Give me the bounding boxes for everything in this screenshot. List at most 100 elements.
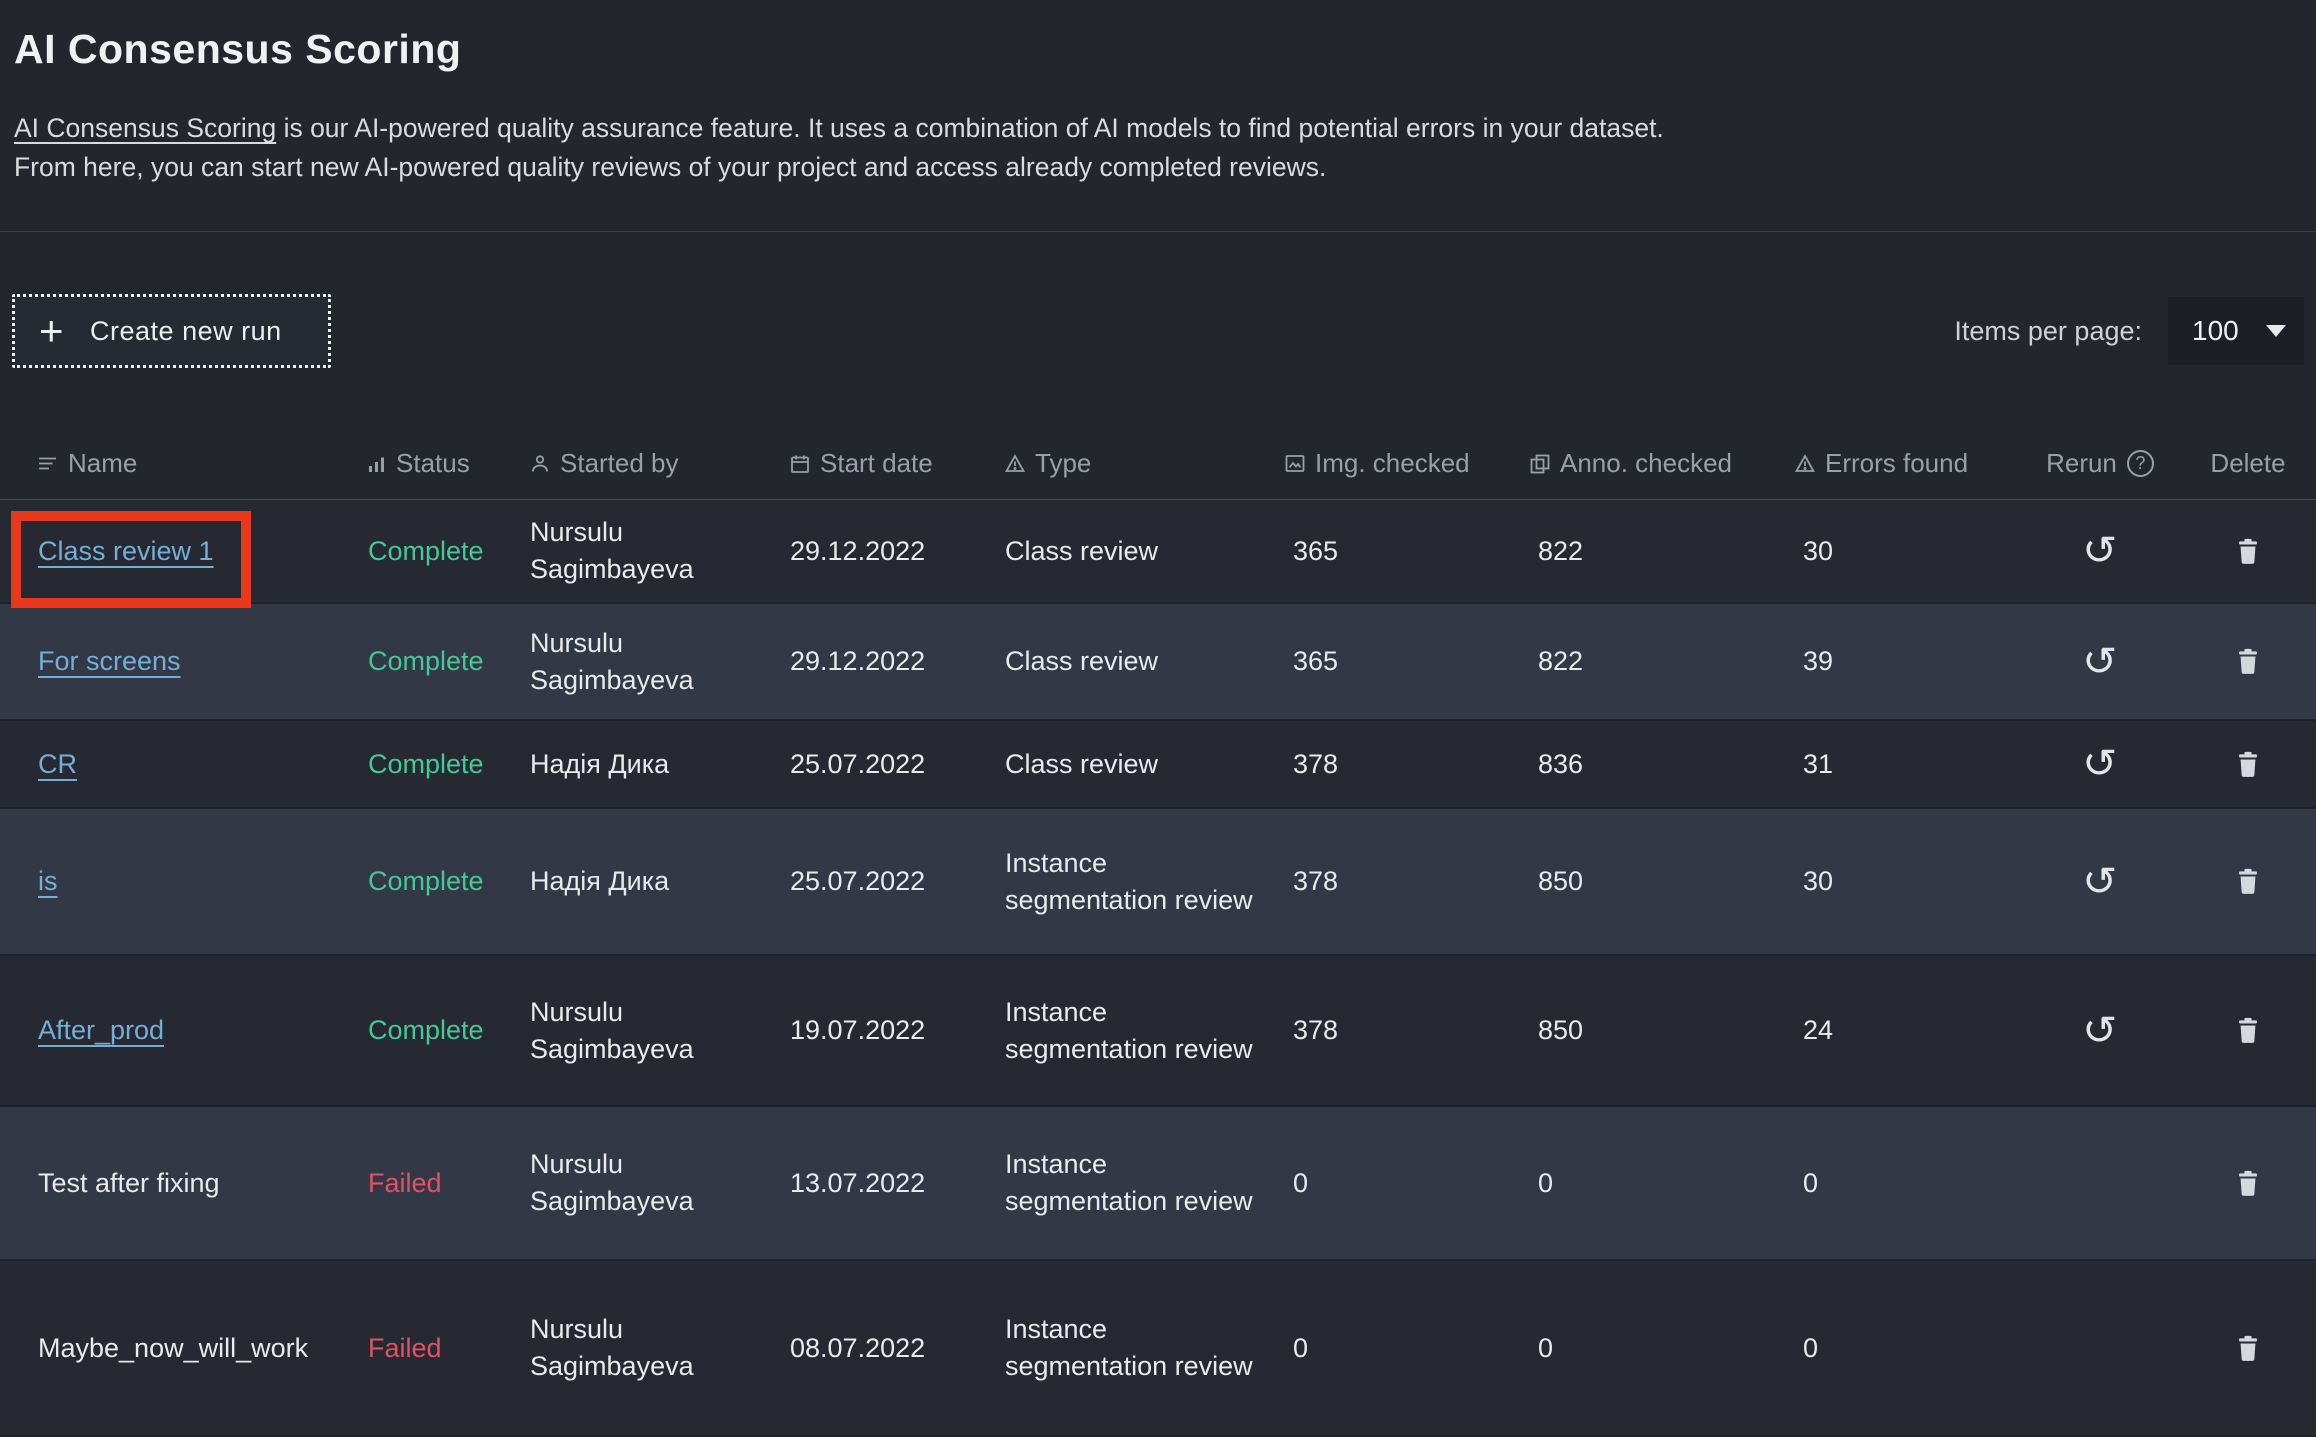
plus-icon: + — [39, 310, 64, 352]
run-name-cell: CR — [38, 746, 368, 783]
column-header-errors-found[interactable]: Errors found — [1795, 448, 2020, 479]
img-checked-cell: 378 — [1285, 746, 1530, 783]
person-icon — [530, 454, 550, 474]
column-header-anno-checked[interactable]: Anno. checked — [1530, 448, 1795, 479]
start-date-cell: 25.07.2022 — [790, 746, 1005, 783]
table-body: Class review 1 Complete Nursulu Sagimbay… — [0, 500, 2316, 1437]
started-by-cell: Nursulu Sagimbayeva — [530, 1146, 790, 1220]
column-header-type[interactable]: Type — [1005, 448, 1285, 479]
calendar-icon — [790, 454, 810, 474]
chevron-down-icon — [2266, 325, 2286, 337]
run-name-link[interactable]: is — [38, 866, 58, 896]
start-date-cell: 19.07.2022 — [790, 1012, 1005, 1049]
table-row: CR Complete Надія Дика 25.07.2022 Class … — [0, 721, 2316, 809]
anno-checked-cell: 0 — [1530, 1165, 1795, 1202]
errors-found-cell: 0 — [1795, 1330, 2020, 1367]
table-row: is Complete Надія Дика 25.07.2022 Instan… — [0, 809, 2316, 956]
table-header-row: Name Status Started by Start date Type I… — [0, 428, 2316, 500]
img-checked-cell: 0 — [1285, 1330, 1530, 1367]
trash-icon[interactable] — [2236, 1170, 2260, 1197]
column-header-delete: Delete — [2180, 448, 2316, 479]
run-name-link[interactable]: For screens — [38, 646, 181, 676]
errors-found-cell: 31 — [1795, 746, 2020, 783]
rerun-icon[interactable]: ↺ — [2082, 1011, 2117, 1051]
img-checked-cell: 378 — [1285, 1012, 1530, 1049]
create-new-run-button[interactable]: + Create new run — [12, 294, 331, 368]
started-by-cell: Nursulu Sagimbayeva — [530, 994, 790, 1068]
errors-found-cell: 30 — [1795, 533, 2020, 570]
column-header-start-date[interactable]: Start date — [790, 448, 1005, 479]
toolbar: + Create new run Items per page: 100 — [0, 294, 2316, 368]
description-line2: From here, you can start new AI-powered … — [14, 152, 1326, 182]
errors-found-cell: 30 — [1795, 863, 2020, 900]
trash-icon[interactable] — [2236, 648, 2260, 675]
img-checked-cell: 365 — [1285, 643, 1530, 680]
start-date-cell: 29.12.2022 — [790, 533, 1005, 570]
column-header-name[interactable]: Name — [38, 448, 368, 479]
anno-checked-cell: 822 — [1530, 533, 1795, 570]
trash-icon[interactable] — [2236, 751, 2260, 778]
run-name-text: Maybe_now_will_work — [38, 1333, 308, 1363]
column-header-rerun[interactable]: Rerun ? — [2020, 448, 2180, 479]
run-name-cell: For screens — [38, 643, 368, 680]
consensus-scoring-link[interactable]: AI Consensus Scoring — [14, 113, 276, 143]
status-badge: Failed — [368, 1330, 530, 1367]
started-by-cell: Nursulu Sagimbayeva — [530, 1311, 790, 1385]
errors-found-cell: 39 — [1795, 643, 2020, 680]
status-badge: Complete — [368, 746, 530, 783]
page-header: AI Consensus Scoring AI Consensus Scorin… — [0, 0, 2316, 187]
run-name-cell: Class review 1 — [38, 533, 368, 570]
status-badge: Complete — [368, 863, 530, 900]
table-row: Maybe_now_will_work Failed Nursulu Sagim… — [0, 1261, 2316, 1437]
trash-icon[interactable] — [2236, 868, 2260, 895]
bar-chart-icon — [368, 455, 386, 473]
start-date-cell: 08.07.2022 — [790, 1330, 1005, 1367]
help-circle-icon[interactable]: ? — [2127, 450, 2154, 477]
table-row: Class review 1 Complete Nursulu Sagimbay… — [0, 500, 2316, 604]
run-name-link[interactable]: CR — [38, 749, 77, 779]
errors-found-cell: 24 — [1795, 1012, 2020, 1049]
table-row: After_prod Complete Nursulu Sagimbayeva … — [0, 956, 2316, 1107]
rerun-icon[interactable]: ↺ — [2082, 862, 2117, 902]
type-cell: Instance segmentation review — [1005, 1146, 1285, 1220]
status-badge: Complete — [368, 643, 530, 680]
items-per-page-value: 100 — [2192, 315, 2239, 347]
trash-icon[interactable] — [2236, 1335, 2260, 1362]
anno-checked-cell: 850 — [1530, 1012, 1795, 1049]
column-header-started-by[interactable]: Started by — [530, 448, 790, 479]
text-lines-icon — [38, 454, 58, 473]
items-per-page: Items per page: 100 — [1954, 297, 2304, 365]
type-cell: Instance segmentation review — [1005, 845, 1285, 919]
rerun-icon[interactable]: ↺ — [2082, 642, 2117, 682]
run-name-link[interactable]: After_prod — [38, 1015, 164, 1045]
layers-icon — [1530, 454, 1550, 474]
start-date-cell: 29.12.2022 — [790, 643, 1005, 680]
trash-icon[interactable] — [2236, 538, 2260, 565]
trash-icon[interactable] — [2236, 1017, 2260, 1044]
description-line1: is our AI-powered quality assurance feat… — [276, 113, 1664, 143]
run-name-cell: is — [38, 863, 368, 900]
rerun-icon[interactable]: ↺ — [2082, 744, 2117, 784]
started-by-cell: Надія Дика — [530, 746, 790, 783]
img-checked-cell: 0 — [1285, 1165, 1530, 1202]
warning-triangle-icon — [1005, 454, 1025, 473]
column-header-img-checked[interactable]: Img. checked — [1285, 448, 1530, 479]
page-description: AI Consensus Scoring is our AI-powered q… — [14, 109, 2300, 187]
errors-found-cell: 0 — [1795, 1165, 2020, 1202]
run-name-link[interactable]: Class review 1 — [38, 536, 214, 566]
warning-triangle-icon — [1795, 454, 1815, 473]
anno-checked-cell: 0 — [1530, 1330, 1795, 1367]
status-badge: Complete — [368, 1012, 530, 1049]
img-checked-cell: 378 — [1285, 863, 1530, 900]
status-badge: Complete — [368, 533, 530, 570]
type-cell: Class review — [1005, 643, 1285, 680]
items-per-page-select[interactable]: 100 — [2168, 297, 2304, 365]
anno-checked-cell: 822 — [1530, 643, 1795, 680]
run-name-cell: Test after fixing — [38, 1165, 368, 1202]
rerun-icon[interactable]: ↺ — [2082, 531, 2117, 571]
table-row: For screens Complete Nursulu Sagimbayeva… — [0, 604, 2316, 721]
anno-checked-cell: 850 — [1530, 863, 1795, 900]
column-header-status[interactable]: Status — [368, 448, 530, 479]
page-title: AI Consensus Scoring — [14, 26, 2300, 73]
run-name-text: Test after fixing — [38, 1168, 220, 1198]
